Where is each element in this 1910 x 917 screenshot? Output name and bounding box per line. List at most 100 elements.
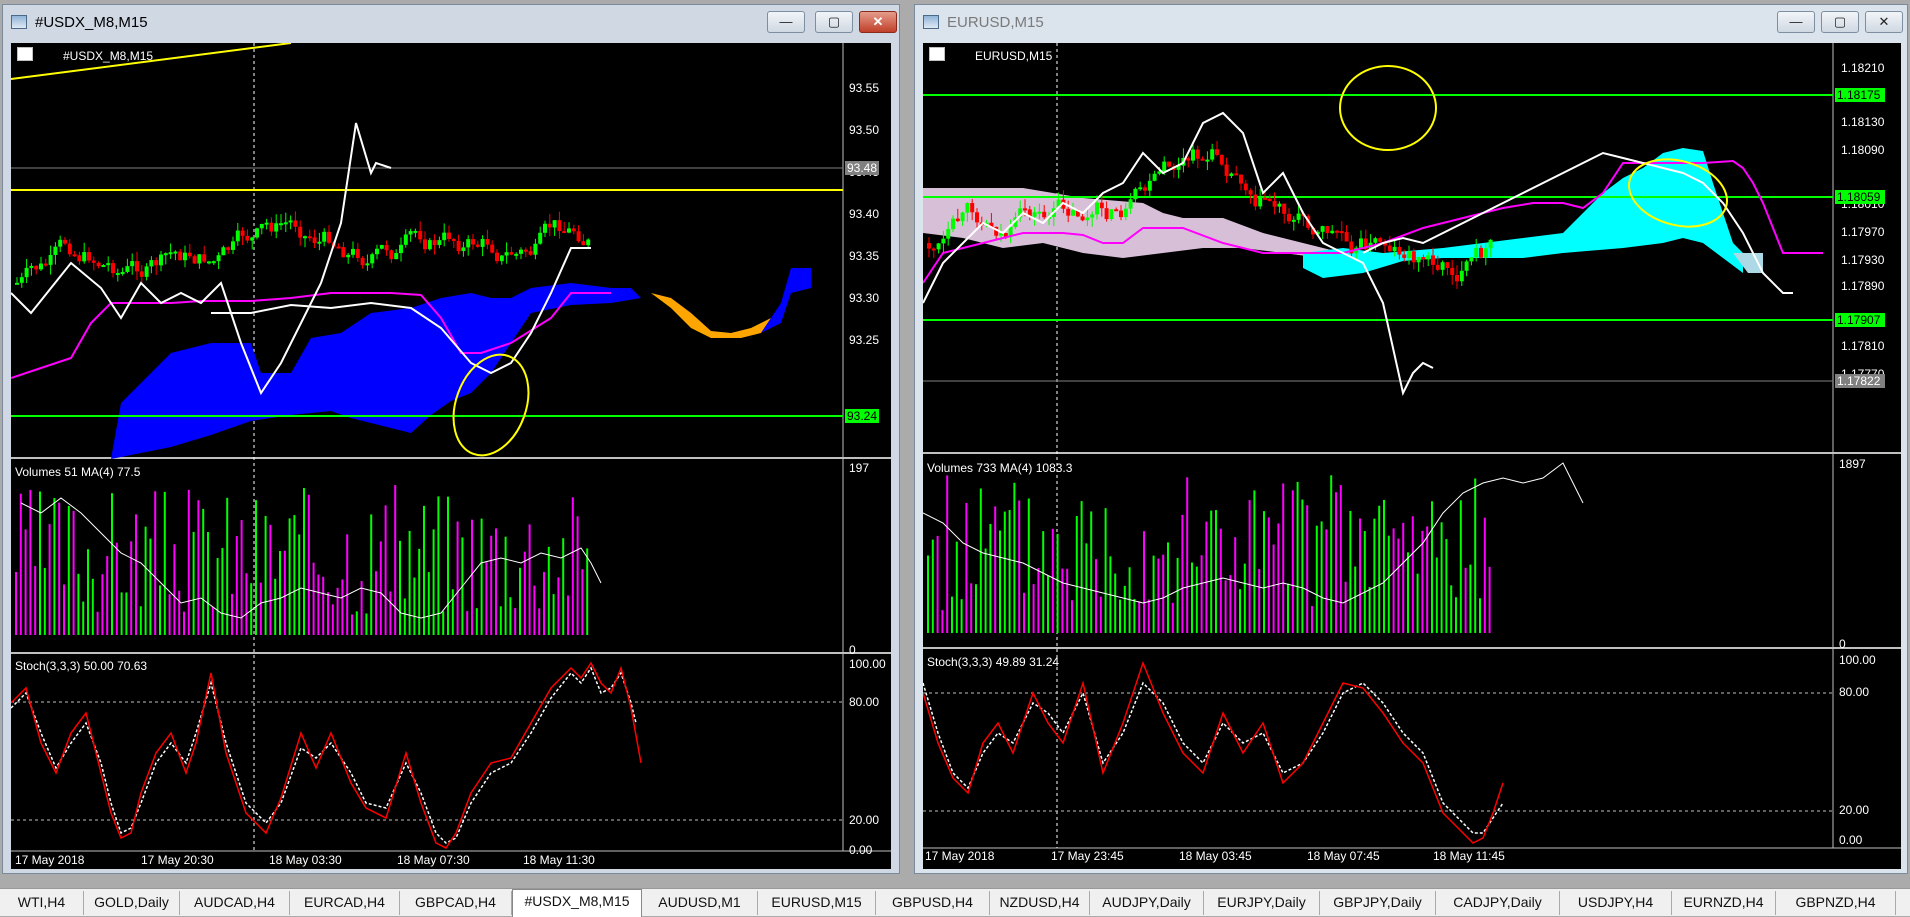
volume-bar — [543, 571, 545, 635]
volume-bar — [1488, 566, 1491, 633]
candle-body — [355, 248, 360, 258]
volume-bar — [1123, 585, 1126, 633]
title-bar[interactable]: #USDX_M8,M15 — ▢ ✕ — [3, 5, 899, 39]
volume-bar — [408, 530, 411, 635]
time-tick: 18 May 07:30 — [397, 853, 470, 867]
window-title: EURUSD,M15 — [947, 14, 1044, 31]
volume-bar — [178, 590, 181, 635]
minimize-button[interactable]: — — [1777, 11, 1815, 33]
price-chart-area[interactable]: #USDX_M8,M15 Volumes 51 MA(4) 77.5 Stoch… — [11, 43, 891, 869]
volume-bar — [1051, 528, 1054, 633]
volume-bar — [960, 599, 963, 633]
mid-level-marker: 1.18059 — [1835, 190, 1885, 204]
close-button[interactable]: ✕ — [1865, 11, 1903, 33]
volume-bar — [221, 547, 224, 635]
candle-body — [115, 273, 120, 276]
candle-body — [1210, 149, 1215, 160]
chart-tab[interactable]: AUDUSD,M1 — [642, 891, 758, 915]
chart-tab[interactable]: EURNZD,H4 — [1672, 891, 1776, 915]
maximize-button[interactable]: ▢ — [815, 11, 853, 33]
upper-level-marker: 1.18175 — [1835, 88, 1885, 102]
time-tick: 17 May 23:45 — [1051, 849, 1124, 863]
volume-bar — [1195, 566, 1198, 633]
chart-tab[interactable]: #USDX_M8,M15 — [512, 889, 642, 917]
candle-body — [1109, 209, 1114, 220]
candle-body — [34, 265, 39, 270]
chart-tab[interactable]: GBPJPY,Daily — [1320, 891, 1436, 915]
price-tick: 1.18210 — [1841, 61, 1885, 75]
chart-tab[interactable]: CADJPY,Daily — [1436, 891, 1560, 915]
candle-body — [96, 262, 101, 267]
volume-bar — [341, 579, 344, 635]
volume-bar — [317, 574, 320, 635]
price-tick: 1.17890 — [1841, 279, 1885, 293]
candle-body — [1090, 214, 1095, 218]
candle-body — [965, 203, 970, 213]
chart-tab[interactable]: AUDCAD,H4 — [180, 891, 290, 915]
candle-body — [120, 271, 125, 274]
chart-tab[interactable]: GBPCAD,H4 — [400, 891, 512, 915]
candle-body — [336, 246, 341, 249]
candle-body — [259, 223, 264, 229]
chart-tab[interactable]: GBPNZD,H4 — [1776, 891, 1896, 915]
candle-body — [207, 261, 211, 264]
candle-body — [547, 223, 552, 228]
volume-bar — [293, 515, 296, 635]
eurusd-chart-window[interactable]: EURUSD,M15 — ▢ ✕ EURUSD,M15 Volumes 733 … — [914, 4, 1908, 874]
chart-tab[interactable]: USDJPY,H4 — [1560, 891, 1672, 915]
volume-bar — [495, 528, 497, 635]
volume-bar — [351, 614, 353, 635]
time-tick: 18 May 11:45 — [1433, 849, 1505, 863]
minimize-button[interactable]: — — [767, 11, 805, 33]
volume-bar — [1359, 518, 1361, 633]
candle-body — [1123, 208, 1128, 218]
volume-bar — [1023, 592, 1025, 633]
candle-body — [1143, 187, 1147, 191]
volume-bar — [509, 597, 512, 635]
candle-body — [567, 228, 571, 233]
volume-bar — [1008, 510, 1011, 633]
chart-symbol-label: EURUSD,M15 — [975, 49, 1053, 63]
volume-bar — [231, 593, 233, 635]
volume-bar — [413, 577, 416, 635]
candle-body — [1392, 246, 1397, 252]
volume-bar — [279, 551, 281, 635]
chart-tab[interactable]: EURUSD,M15 — [758, 891, 876, 915]
stoch-tick: 20.00 — [849, 813, 880, 827]
volume-bar — [394, 485, 397, 635]
price-chart-area[interactable]: EURUSD,M15 Volumes 733 MA(4) 1083.3 Stoc… — [923, 43, 1901, 869]
volume-bar — [1311, 606, 1313, 633]
volume-bar — [375, 571, 377, 635]
chart-tab[interactable]: WTI,H4 — [0, 891, 84, 915]
candle-body — [1296, 213, 1301, 220]
candle-body — [365, 263, 370, 266]
candle-body — [24, 267, 29, 278]
maximize-button[interactable]: ▢ — [1821, 11, 1859, 33]
candle-body — [490, 244, 495, 253]
volume-bar — [1411, 516, 1414, 633]
volume-bar — [975, 584, 977, 633]
candle-body — [111, 263, 115, 274]
volume-bar — [274, 578, 277, 635]
chart-tab[interactable]: GOLD,Daily — [84, 891, 180, 915]
volume-bar — [1291, 490, 1294, 633]
volume-bar — [327, 592, 329, 635]
volume-bar — [523, 551, 526, 635]
volume-bar — [255, 500, 257, 635]
candle-body — [931, 248, 936, 251]
chart-tab[interactable]: EURCAD,H4 — [290, 891, 400, 915]
close-button[interactable]: ✕ — [859, 11, 897, 33]
candle-body — [960, 212, 965, 222]
title-bar[interactable]: EURUSD,M15 — ▢ ✕ — [915, 5, 1907, 39]
candle-body — [571, 228, 576, 232]
volume-bar — [946, 475, 949, 633]
volume-bar — [1119, 599, 1121, 633]
chart-tab[interactable]: GBPUSD,H4 — [876, 891, 990, 915]
candle-body — [384, 245, 389, 251]
chart-tab[interactable]: EURJPY,Daily — [1204, 891, 1320, 915]
usdx-chart-window[interactable]: #USDX_M8,M15 — ▢ ✕ #USDX_M8,M15 Volumes … — [2, 4, 900, 874]
candle-body — [1483, 248, 1488, 258]
chart-tab[interactable]: NZDUSD,H4 — [990, 891, 1090, 915]
candle-body — [451, 238, 456, 241]
chart-tab[interactable]: AUDJPY,Daily — [1090, 891, 1204, 915]
